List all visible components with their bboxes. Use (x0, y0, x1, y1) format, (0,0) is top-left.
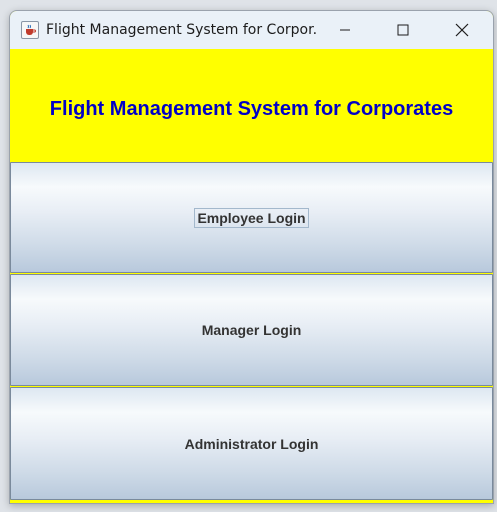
employee-login-button[interactable]: Employee Login (10, 162, 493, 273)
manager-login-label: Manager Login (201, 322, 302, 338)
app-window: Flight Management System for Corpor... F… (9, 10, 494, 504)
header-banner: Flight Management System for Corporates (10, 49, 493, 161)
maximize-icon (397, 24, 409, 36)
minimize-icon (340, 29, 350, 31)
maximize-button[interactable] (374, 11, 432, 49)
administrator-login-label: Administrator Login (184, 435, 319, 452)
page-title: Flight Management System for Corporates (49, 97, 454, 120)
close-button[interactable] (433, 11, 491, 49)
employee-login-label: Employee Login (194, 207, 309, 228)
title-bar[interactable]: Flight Management System for Corpor... (10, 11, 493, 49)
manager-login-button[interactable]: Manager Login (10, 274, 493, 386)
window-title: Flight Management System for Corpor... (46, 22, 318, 38)
minimize-button[interactable] (316, 11, 374, 49)
administrator-login-button[interactable]: Administrator Login (10, 387, 493, 500)
close-icon (455, 23, 469, 37)
java-cup-icon (21, 21, 39, 39)
